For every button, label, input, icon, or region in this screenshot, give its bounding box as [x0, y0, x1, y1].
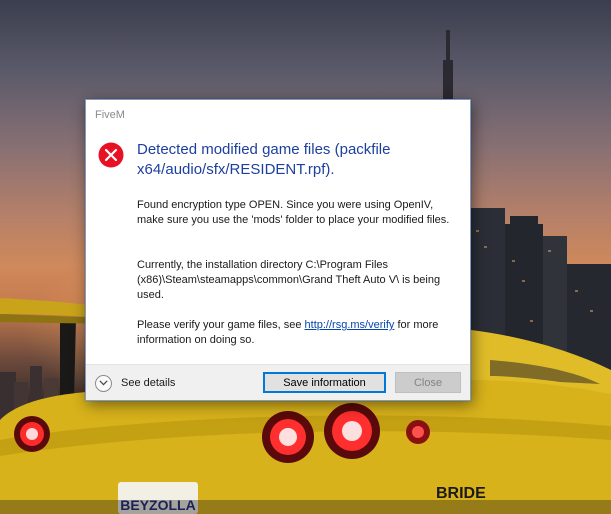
- skyscraper-top: [510, 216, 538, 226]
- car-badge-text: BRIDE: [436, 485, 486, 502]
- error-icon: [98, 142, 124, 168]
- ground-shadow: [0, 500, 611, 514]
- expand-circle[interactable]: [95, 374, 112, 392]
- dialog-paragraph-encryption: Found encryption type OPEN. Since you we…: [137, 199, 450, 226]
- chevron-down-icon: [99, 380, 108, 386]
- see-details-label: See details: [121, 377, 176, 389]
- dialog-title: FiveM: [95, 109, 125, 121]
- spoiler-strut: [60, 318, 76, 400]
- dialog-paragraph-verify: Please verify your game files, see http:…: [137, 318, 457, 348]
- see-details-toggle[interactable]: See details: [95, 373, 175, 393]
- verify-text-before: Please verify your game files, see: [137, 319, 305, 331]
- error-dialog: FiveM Detected modified game files (pack…: [85, 99, 471, 401]
- antenna: [443, 60, 453, 100]
- desktop-background: BEYZOLLA BRIDE FiveM Detected modified g…: [0, 0, 611, 514]
- dialog-titlebar[interactable]: FiveM: [86, 100, 470, 130]
- dialog-paragraph-install-dir: Currently, the installation directory C:…: [137, 259, 441, 301]
- verify-link[interactable]: http://rsg.ms/verify: [305, 319, 395, 331]
- close-button[interactable]: Close: [395, 372, 461, 393]
- save-information-button[interactable]: Save information: [263, 372, 386, 393]
- dialog-heading: Detected modified game files (packfile x…: [137, 141, 391, 178]
- dialog-footer: See details Save information Close: [86, 364, 470, 400]
